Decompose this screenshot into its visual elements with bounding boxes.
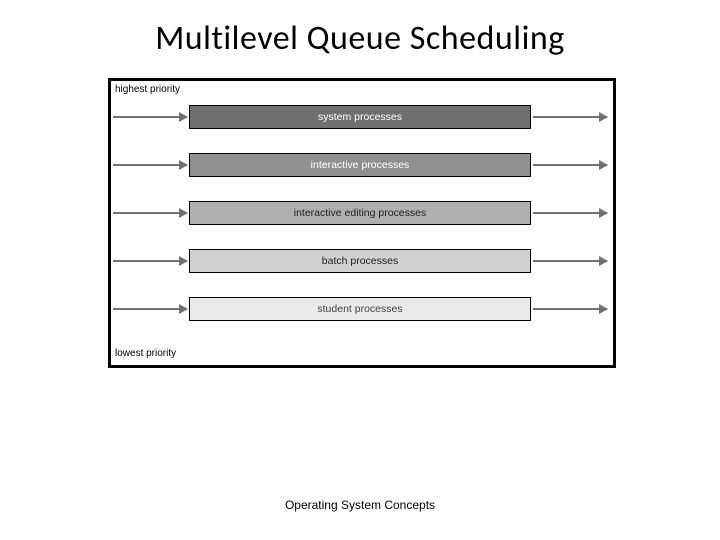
slide-title: Multilevel Queue Scheduling [0,0,720,59]
queue-diagram: highest priority system processes intera… [108,78,616,368]
arrow-out-icon [533,164,607,166]
arrow-in-icon [113,116,187,118]
arrow-in-icon [113,212,187,214]
queue-bar: batch processes [189,249,531,273]
arrow-in-icon [113,164,187,166]
highest-priority-label: highest priority [115,84,180,95]
queue-label: batch processes [322,255,398,267]
lowest-priority-label: lowest priority [115,348,176,359]
queue-row: interactive editing processes [111,199,613,227]
arrow-out-icon [533,212,607,214]
queue-label: interactive editing processes [294,207,427,219]
arrow-in-icon [113,260,187,262]
queue-bar: interactive processes [189,153,531,177]
queue-bar: interactive editing processes [189,201,531,225]
queue-label: system processes [318,111,402,123]
arrow-out-icon [533,260,607,262]
queue-bar: student processes [189,297,531,321]
arrow-out-icon [533,116,607,118]
footer-text: Operating System Concepts [0,498,720,512]
arrow-out-icon [533,308,607,310]
arrow-in-icon [113,308,187,310]
queue-row: interactive processes [111,151,613,179]
queue-label: student processes [317,303,402,315]
queue-bar: system processes [189,105,531,129]
queue-row: system processes [111,103,613,131]
queue-label: interactive processes [311,159,410,171]
queue-row: batch processes [111,247,613,275]
queue-row: student processes [111,295,613,323]
